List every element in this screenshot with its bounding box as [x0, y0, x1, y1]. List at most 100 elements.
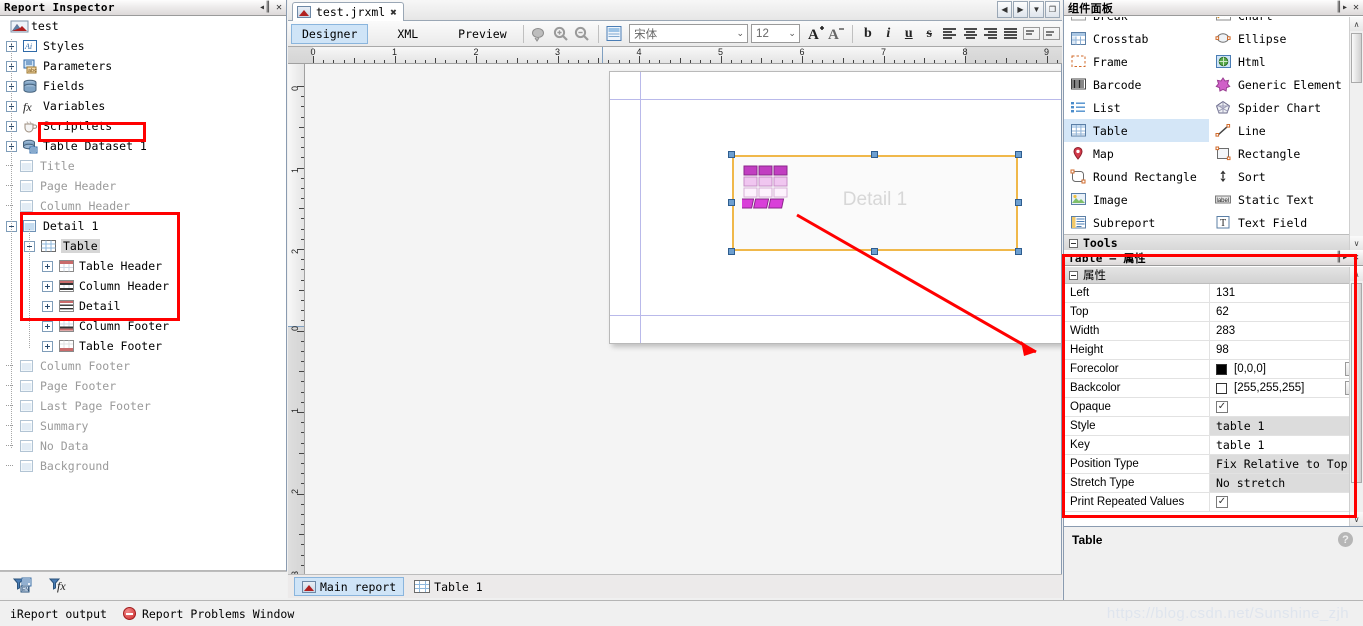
color-swatch[interactable] [1216, 382, 1227, 394]
filter-dataset-icon[interactable]: EN [12, 576, 34, 594]
palette-item-round-rectangle[interactable]: Round Rectangle [1064, 165, 1209, 188]
palette-item-ellipse[interactable]: Ellipse [1209, 27, 1349, 50]
align-justify-button[interactable] [1001, 24, 1021, 44]
expand-icon[interactable]: ║▸ [1335, 252, 1349, 263]
palette-item-static-text[interactable]: label Static Text [1209, 188, 1349, 211]
report-problems-button[interactable]: Report Problems Window [122, 607, 294, 621]
expand-icon[interactable]: ║▸ [1335, 2, 1349, 13]
help-icon[interactable]: ? [1338, 532, 1353, 547]
palette-item-text-field[interactable]: T Text Field [1209, 211, 1349, 234]
palette-item-crosstab[interactable]: Crosstab [1064, 27, 1209, 50]
resize-handle-nw[interactable] [728, 151, 735, 158]
underline-button[interactable]: u [899, 24, 919, 44]
property-value-left[interactable]: 131 [1210, 284, 1363, 302]
tree-item-page-header[interactable]: Page Header [6, 177, 116, 195]
collapse-group-icon[interactable] [1069, 270, 1078, 280]
zoom-in-icon[interactable] [550, 24, 571, 44]
scroll-down-arrow[interactable]: ∨ [1350, 236, 1363, 250]
decrease-font-size-button[interactable]: A [826, 24, 846, 44]
palette-item-frame[interactable]: Frame [1064, 50, 1209, 73]
tree-item-fields[interactable]: Fields [6, 77, 85, 95]
font-family-select[interactable]: 宋体 ⌄ [629, 24, 749, 43]
valign-top-button[interactable] [1021, 24, 1041, 44]
resize-handle-s[interactable] [871, 248, 878, 255]
tree-item-table-footer[interactable]: Table Footer [42, 337, 162, 355]
expand-icon[interactable] [42, 320, 53, 332]
resize-handle-w[interactable] [728, 199, 735, 206]
design-canvas[interactable]: Detail 1 [306, 64, 1061, 574]
tree-item-styles[interactable]: Ai Styles [6, 37, 85, 55]
close-icon[interactable]: ✖ [390, 6, 397, 19]
collapse-icon[interactable]: ◂║ [258, 2, 272, 13]
tree-item-detail-1[interactable]: Detail 1 [6, 217, 98, 235]
report-tree[interactable]: test Ai Styles abc Parameters Fields fx Variabl… [0, 17, 286, 571]
property-value-key[interactable]: table 1 [1210, 436, 1363, 454]
palette-item-barcode[interactable]: Barcode [1064, 73, 1209, 96]
palette-item-table[interactable]: Table [1064, 119, 1209, 142]
scroll-down-arrow[interactable]: ∨ [1350, 512, 1363, 526]
palette-item-spider-chart[interactable]: Spider Chart [1209, 96, 1349, 119]
property-value-backcolor[interactable]: [255,255,255]... [1210, 379, 1363, 397]
filter-expression-icon[interactable]: fx [48, 576, 70, 594]
palette-scrollbar[interactable]: ∧ ∨ [1349, 17, 1363, 250]
align-right-button[interactable] [980, 24, 1000, 44]
tree-item-detail[interactable]: Detail [42, 297, 121, 315]
resize-handle-ne[interactable] [1015, 151, 1022, 158]
palette-item-chart[interactable]: Chart [1209, 17, 1349, 27]
properties-table[interactable]: 属性 Left 131 Top 62 Width 283 Height 98 Forecolor… [1064, 267, 1363, 526]
properties-scroll-thumb[interactable] [1351, 283, 1362, 483]
tree-item-summary[interactable]: Summary [6, 417, 88, 435]
tree-item-title[interactable]: Title [6, 157, 75, 175]
align-left-button[interactable] [939, 24, 959, 44]
close-icon[interactable]: ✕ [1349, 2, 1363, 13]
close-icon[interactable]: ✕ [1349, 252, 1363, 263]
palette-item-html[interactable]: Html [1209, 50, 1349, 73]
zoom-out-icon[interactable] [571, 24, 592, 44]
tree-item-variables[interactable]: fx Variables [6, 97, 105, 115]
palette-item-generic-element[interactable]: Generic Element [1209, 73, 1349, 96]
increase-font-size-button[interactable]: A [806, 24, 826, 44]
tree-item-table-header[interactable]: Table Header [42, 257, 162, 275]
resize-handle-se[interactable] [1015, 248, 1022, 255]
tree-item-page-footer[interactable]: Page Footer [6, 377, 116, 395]
tree-item-column-header[interactable]: Column Header [6, 197, 130, 215]
tree-item-column-footer[interactable]: Column Footer [6, 357, 130, 375]
tab-designer[interactable]: Designer [291, 23, 369, 44]
property-value-style[interactable]: table 1⌄ [1210, 417, 1363, 435]
property-value-opaque[interactable]: ✓ [1210, 398, 1363, 416]
valign-middle-button[interactable] [1042, 24, 1062, 44]
property-value-height[interactable]: 98 [1210, 341, 1363, 359]
tree-item-parameters[interactable]: abc Parameters [6, 57, 112, 75]
tree-item-no-data[interactable]: No Data [6, 437, 88, 455]
property-value-print-repeated-values[interactable]: ✓ [1210, 493, 1363, 511]
tab-next-button[interactable]: ▶ [1013, 1, 1028, 18]
palette-items[interactable]: Break Crosstab Frame Barcode List Table Map Rou… [1064, 17, 1349, 250]
italic-button[interactable]: i [878, 24, 898, 44]
report-properties-icon[interactable] [604, 24, 625, 44]
zoom-fit-icon[interactable] [529, 24, 550, 44]
scroll-up-arrow[interactable]: ∧ [1350, 17, 1363, 31]
tab-main-report[interactable]: Main report [294, 577, 405, 596]
palette-item-line[interactable]: Line [1209, 119, 1349, 142]
ireport-output-button[interactable]: iReport output [10, 607, 107, 621]
palette-section-tools[interactable]: Tools [1064, 234, 1349, 250]
palette-item-subreport[interactable]: Subreport [1064, 211, 1209, 234]
tree-item-table[interactable]: Table [24, 237, 100, 255]
checkbox[interactable]: ✓ [1216, 496, 1228, 508]
color-swatch[interactable] [1216, 363, 1227, 375]
palette-item-list[interactable]: List [1064, 96, 1209, 119]
expand-icon[interactable] [42, 300, 53, 312]
properties-scrollbar[interactable]: ∧ ∨ [1349, 267, 1363, 526]
tree-item-column-footer[interactable]: Column Footer [42, 317, 169, 335]
collapse-icon[interactable] [1069, 238, 1078, 248]
scroll-up-arrow[interactable]: ∧ [1350, 267, 1363, 281]
palette-item-break[interactable]: Break [1064, 17, 1209, 27]
tree-item-background[interactable]: Background [6, 457, 109, 475]
palette-scroll-thumb[interactable] [1351, 33, 1362, 83]
tab-xml[interactable]: XML [386, 24, 429, 44]
tree-item-column-header[interactable]: Column Header [42, 277, 169, 295]
document-tab[interactable]: test.jrxml ✖ [292, 2, 404, 21]
chevron-down-icon[interactable]: ▼ [1029, 1, 1044, 18]
bold-button[interactable]: b [858, 24, 878, 44]
tab-preview[interactable]: Preview [447, 24, 517, 44]
